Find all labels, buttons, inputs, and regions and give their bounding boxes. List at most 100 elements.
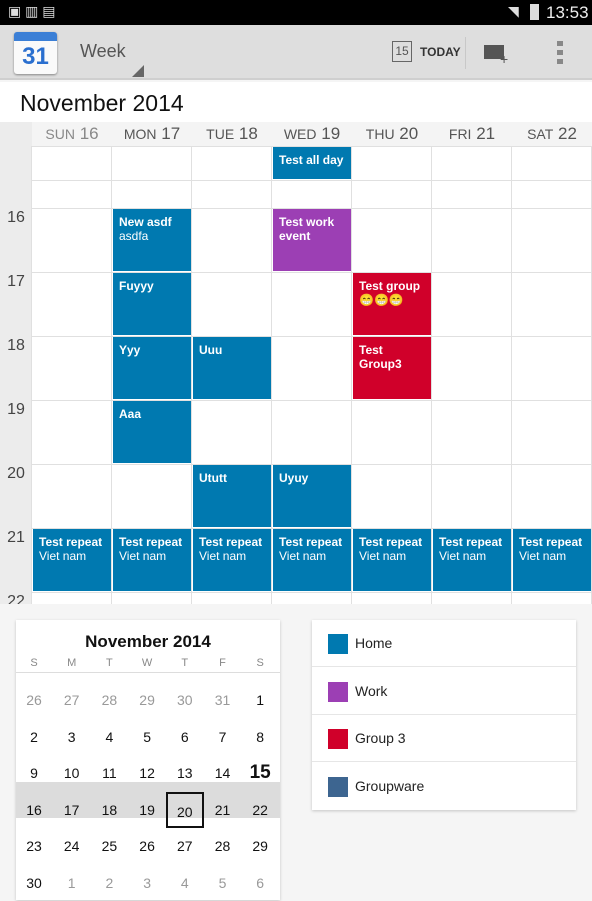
mini-calendar-day[interactable]: 4 [90,719,128,755]
mini-calendar-day[interactable]: 25 [90,828,128,864]
today-button[interactable]: 15 TODAY [390,39,462,65]
day-header[interactable]: SUN 16 [32,122,112,146]
mini-calendar-day[interactable]: 23 [15,828,53,864]
event-title: Test repeat [279,535,343,549]
mini-calendar-day[interactable]: 26 [15,682,53,718]
mini-calendar-day[interactable]: 3 [128,865,166,901]
hour-label: 18 [7,337,25,354]
legend-item[interactable]: Group 3 [312,715,576,762]
calendar-app-icon[interactable]: 31 [14,32,57,74]
event-block[interactable]: Test repeat Viet nam [33,529,111,591]
day-header[interactable]: MON 17 [112,122,192,146]
mini-calendar-day[interactable]: 1 [53,865,91,901]
mini-calendar-day[interactable]: 10 [53,755,91,791]
mini-calendar-day[interactable]: 17 [53,792,91,828]
column-divider [271,146,272,604]
mini-calendar-day[interactable]: 24 [53,828,91,864]
mini-calendar-day[interactable]: 2 [15,719,53,755]
mini-calendar-day[interactable]: 30 [15,865,53,901]
weekday-label: T [181,657,189,669]
legend-item[interactable]: Groupware [312,763,576,810]
mini-calendar-day[interactable]: 30 [166,682,204,718]
column-divider [431,146,432,604]
event-subtitle: Viet nam [199,549,247,563]
mini-calendar-day[interactable]: 11 [90,755,128,791]
mini-calendar-day[interactable]: 31 [204,682,242,718]
new-event-icon[interactable]: + [484,45,508,67]
mini-calendar-day[interactable]: 5 [204,865,242,901]
overflow-menu-icon[interactable] [557,41,563,65]
mini-calendar-day[interactable]: 14 [204,755,242,791]
event-block[interactable]: Test work event [273,209,351,271]
event-subtitle: Viet nam [519,549,567,563]
event-block[interactable]: Yyy [113,337,191,399]
mini-calendar-day[interactable]: 29 [128,682,166,718]
mini-calendar-day[interactable]: 12 [128,755,166,791]
mini-calendar-day[interactable]: 16 [15,792,53,828]
mini-calendar-day[interactable]: 6 [241,865,279,901]
event-block[interactable]: Test repeat Viet nam [193,529,271,591]
event-block[interactable]: Ututt [193,465,271,527]
event-block[interactable]: Test repeat Viet nam [113,529,191,591]
weekday-label: S [256,657,264,669]
mini-calendar-day[interactable]: 6 [166,719,204,755]
all-day-event[interactable]: Test all day [273,147,351,179]
event-title: Test repeat [119,535,183,549]
day-of-week: FRI [448,126,472,142]
mini-calendar-day[interactable]: 3 [53,719,91,755]
mini-calendar-day[interactable]: 9 [15,755,53,791]
day-header[interactable]: FRI 21 [432,122,512,146]
mini-calendar-day[interactable]: 1 [241,682,279,718]
mini-calendar-day[interactable]: 18 [90,792,128,828]
weekday-label: F [219,657,226,669]
event-title: Test Group3 [359,343,402,371]
mini-calendar-day[interactable]: 7 [204,719,242,755]
mini-calendar-day[interactable]: 4 [166,865,204,901]
mini-calendar-selected-day[interactable]: 20 [165,791,204,828]
event-title: Yyy [119,343,141,357]
event-title: Ututt [199,471,227,485]
event-block[interactable]: Fuyyy [113,273,191,335]
day-number: 18 [238,124,258,143]
mini-calendar-day[interactable]: 2 [90,865,128,901]
mini-calendar-day[interactable]: 28 [204,828,242,864]
mini-calendar-day[interactable]: 26 [128,828,166,864]
event-title: Test repeat [519,535,583,549]
event-block[interactable]: Test repeat Viet nam [513,529,591,591]
notification-icons: ▣ ▥ ▤ [8,3,56,19]
mini-calendar-day[interactable]: 13 [166,755,204,791]
day-header[interactable]: WED 19 [272,122,352,146]
mini-calendar-day[interactable]: 8 [241,719,279,755]
mini-calendar-day[interactable]: 29 [241,828,279,864]
mini-calendar-day[interactable]: 21 [204,792,242,828]
color-swatch [328,729,348,749]
mini-calendar-day[interactable]: 5 [128,719,166,755]
event-block[interactable]: Aaa [113,401,191,463]
wifi-icon: ◥ [508,3,519,19]
event-block[interactable]: Test Group3 [353,337,431,399]
mini-calendar-day[interactable]: 28 [90,682,128,718]
day-header[interactable]: TUE 18 [192,122,272,146]
legend-item[interactable]: Work [312,668,576,715]
mini-calendar-day[interactable]: 27 [53,682,91,718]
event-subtitle: asdfa [119,229,149,243]
event-block[interactable]: Test repeat Viet nam [353,529,431,591]
day-header[interactable]: THU 20 [352,122,432,146]
event-block[interactable]: Test repeat Viet nam [433,529,511,591]
event-block[interactable]: Test group😁😁😁 [353,273,431,335]
event-block[interactable]: Uuu [193,337,271,399]
event-block[interactable]: Uyuy [273,465,351,527]
view-spinner[interactable]: Week [80,41,144,77]
event-block[interactable]: New asdf asdfa [113,209,191,271]
event-title: New asdf [119,215,172,229]
day-number: 19 [321,124,341,143]
mini-calendar-day[interactable]: 19 [128,792,166,828]
legend-item[interactable]: Home [312,620,576,667]
mini-calendar-day[interactable]: 22 [241,792,279,828]
mini-calendar-today[interactable]: 15 [241,755,279,791]
event-block[interactable]: Test repeat Viet nam [273,529,351,591]
day-header[interactable]: SAT 22 [512,122,592,146]
mini-calendar-day[interactable]: 27 [166,828,204,864]
day-of-week: TUE [206,126,235,142]
color-swatch [328,634,348,654]
